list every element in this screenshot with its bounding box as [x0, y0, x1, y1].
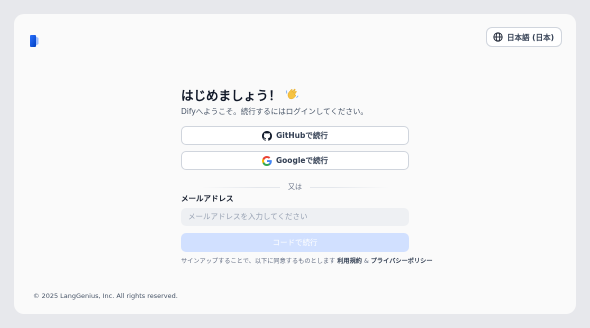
language-label: 日本語 (日本): [507, 32, 554, 42]
terms-and: &: [363, 257, 369, 265]
github-button-label: GitHubで続行: [276, 131, 328, 140]
google-icon: [262, 155, 272, 166]
title-text: はじめましょう！: [181, 87, 282, 103]
or-divider: 又は: [181, 182, 409, 192]
privacy-policy-link[interactable]: プライバシーポリシー: [371, 258, 433, 265]
language-selector[interactable]: 日本語 (日本): [486, 27, 562, 47]
page-title: はじめましょう！: [181, 86, 409, 103]
copyright-text: © 2025 LangGenius, Inc. All rights reser…: [33, 292, 178, 300]
terms-notice: サインアップすることで、以下に同意するものとします 利用規約 & プライバシーポ…: [181, 257, 433, 267]
login-card: 日本語 (日本) はじめましょう！ Difyへようこそ。続行するにはログインして…: [14, 14, 576, 314]
divider-text: 又は: [280, 182, 310, 192]
email-label: メールアドレス: [181, 194, 234, 203]
subtitle: Difyへようこそ。続行するにはログインしてください。: [181, 107, 368, 116]
continue-with-code-button[interactable]: コードで続行: [181, 232, 409, 252]
dify-logo-icon: [30, 32, 40, 47]
login-form: はじめましょう！ Difyへようこそ。続行するにはログインしてください。 Git…: [181, 86, 433, 267]
email-field[interactable]: [181, 207, 409, 226]
globe-icon: [493, 32, 503, 42]
waving-hand-icon: [286, 88, 299, 100]
github-icon: [262, 130, 273, 141]
google-login-button[interactable]: Googleで続行: [181, 151, 409, 170]
google-button-label: Googleで続行: [276, 156, 328, 165]
github-login-button[interactable]: GitHubで続行: [181, 126, 409, 145]
terms-of-service-link[interactable]: 利用規約: [337, 258, 362, 265]
terms-prefix: サインアップすることで、以下に同意するものとします: [181, 257, 336, 265]
